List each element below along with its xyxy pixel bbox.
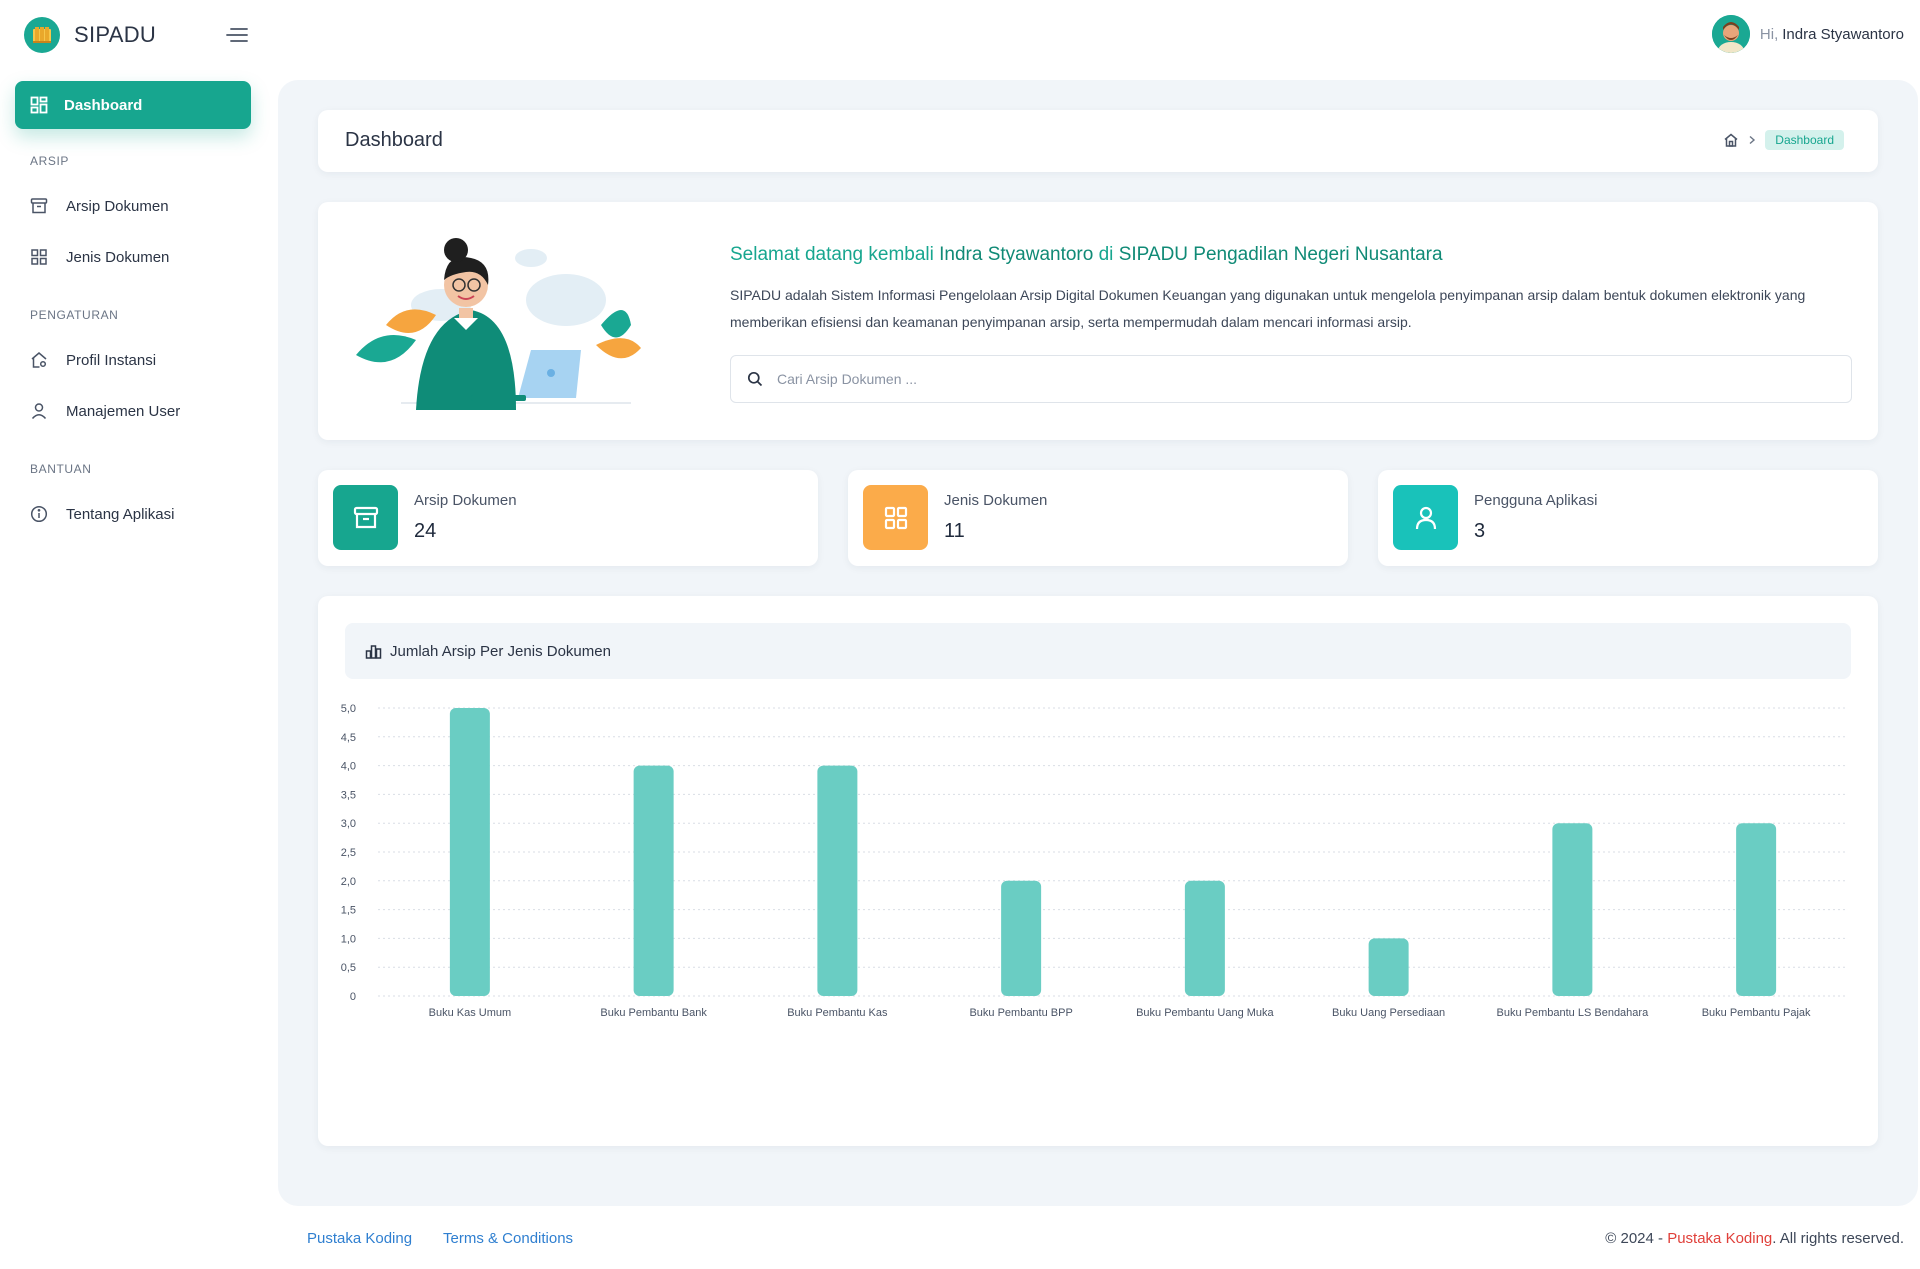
brand-name: SIPADU xyxy=(74,22,157,47)
page-header: Dashboard Dashboard xyxy=(318,110,1878,172)
x-tick-label: Buku Pembantu Bank xyxy=(600,1007,707,1019)
home-settings-icon xyxy=(31,352,47,368)
sidebar-item-label: Dashboard xyxy=(64,96,143,114)
sidebar-section-arsip: ARSIP xyxy=(30,154,70,168)
sidebar-item-label: Tentang Aplikasi xyxy=(66,505,175,523)
menu-toggle-icon[interactable] xyxy=(225,26,249,44)
y-tick-label: 3,5 xyxy=(341,789,356,801)
welcome-description: SIPADU adalah Sistem Informasi Pengelola… xyxy=(730,287,1806,330)
welcome-app: SIPADU Pengadilan Negeri Nusantara xyxy=(1118,244,1443,265)
sidebar-item-arsip-dokumen[interactable]: Arsip Dokumen xyxy=(30,194,169,218)
bar[interactable] xyxy=(449,708,490,996)
brand-logo-icon xyxy=(24,17,60,53)
y-tick-label: 4,5 xyxy=(341,732,356,744)
top-navbar: SIPADU Hi, Indra Styawantoro xyxy=(0,0,1920,70)
sidebar-item-label: Manajemen User xyxy=(66,402,181,420)
x-tick-label: Buku Pembantu Kas xyxy=(787,1007,888,1019)
y-tick-label: 0 xyxy=(350,991,356,1003)
y-tick-label: 1,0 xyxy=(341,933,356,945)
stat-card-arsip-dokumen[interactable]: Arsip Dokumen 24 xyxy=(318,470,818,566)
y-tick-label: 2,5 xyxy=(341,847,356,859)
breadcrumb-current: Dashboard xyxy=(1765,130,1844,150)
archive-icon xyxy=(333,485,398,550)
stat-card-jenis-dokumen[interactable]: Jenis Dokumen 11 xyxy=(848,470,1348,566)
chart-header: Jumlah Arsip Per Jenis Dokumen xyxy=(345,623,1851,679)
sidebar-item-dashboard[interactable]: Dashboard xyxy=(15,81,251,129)
search-box[interactable] xyxy=(730,355,1852,403)
bar-chart-icon xyxy=(365,644,382,659)
bar[interactable] xyxy=(1001,880,1042,996)
footer-link-pustaka-koding[interactable]: Pustaka Koding xyxy=(307,1230,412,1247)
x-tick-label: Buku Pembantu Pajak xyxy=(1702,1007,1811,1019)
sidebar-section-pengaturan: PENGATURAN xyxy=(30,308,119,322)
sidebar-item-tentang-aplikasi[interactable]: Tentang Aplikasi xyxy=(30,502,174,526)
breadcrumb: Dashboard xyxy=(1723,130,1844,150)
welcome-card: Selamat datang kembali Indra Styawantoro… xyxy=(318,202,1878,440)
search-icon xyxy=(747,371,763,387)
bar[interactable] xyxy=(1736,823,1777,996)
sidebar-item-manajemen-user[interactable]: Manajemen User xyxy=(30,399,180,423)
welcome-user: Indra Styawantoro xyxy=(939,244,1094,265)
stat-label: Jenis Dokumen xyxy=(944,492,1048,509)
sidebar: Dashboard ARSIP Arsip Dokumen Jenis Doku… xyxy=(0,70,270,1269)
bar[interactable] xyxy=(1552,823,1593,996)
stat-card-pengguna-aplikasi[interactable]: Pengguna Aplikasi 3 xyxy=(1378,470,1878,566)
welcome-title: Selamat datang kembali Indra Styawantoro… xyxy=(730,244,1443,265)
copyright: © 2024 - Pustaka Koding. All rights rese… xyxy=(1605,1230,1904,1247)
archive-icon xyxy=(30,198,48,214)
sidebar-item-label: Profil Instansi xyxy=(66,351,157,369)
user-icon xyxy=(31,403,47,420)
info-icon xyxy=(30,505,48,523)
y-tick-label: 1,5 xyxy=(341,905,356,917)
footer-link-terms[interactable]: Terms & Conditions xyxy=(443,1230,573,1247)
search-input[interactable] xyxy=(777,371,1777,387)
user-menu[interactable]: Hi, Indra Styawantoro xyxy=(1711,15,1904,53)
chart-card: Jumlah Arsip Per Jenis Dokumen 0 0,5 1,0 1,… xyxy=(318,596,1878,1146)
home-icon[interactable] xyxy=(1723,132,1739,148)
greeting: Hi, xyxy=(1759,25,1779,43)
bar[interactable] xyxy=(633,765,674,996)
sidebar-item-label: Jenis Dokumen xyxy=(66,248,170,266)
bar[interactable] xyxy=(1184,880,1225,996)
stat-label: Arsip Dokumen xyxy=(414,492,517,509)
sidebar-section-bantuan: BANTUAN xyxy=(30,462,92,476)
user-icon xyxy=(1393,485,1458,550)
x-tick-label: Buku Pembantu Uang Muka xyxy=(1136,1007,1274,1019)
welcome-illustration xyxy=(356,238,641,410)
stat-label: Pengguna Aplikasi xyxy=(1474,492,1598,509)
bar[interactable] xyxy=(817,765,858,996)
main-content: Dashboard Dashboard Selamat datang kemba… xyxy=(278,80,1918,1206)
stat-value: 24 xyxy=(414,520,437,542)
chevron-right-icon xyxy=(1749,135,1756,145)
sidebar-item-label: Arsip Dokumen xyxy=(66,197,169,215)
sidebar-item-jenis-dokumen[interactable]: Jenis Dokumen xyxy=(30,245,169,269)
dashboard-icon xyxy=(30,96,48,114)
footer: Pustaka Koding Terms & Conditions © 2024… xyxy=(0,1225,1920,1255)
y-tick-label: 5,0 xyxy=(341,703,356,715)
y-tick-label: 2,0 xyxy=(341,876,356,888)
copyright-brand: Pustaka Koding xyxy=(1667,1230,1773,1247)
grid-icon xyxy=(31,249,47,265)
user-name: Indra Styawantoro xyxy=(1782,25,1904,43)
brand[interactable]: SIPADU xyxy=(24,17,156,53)
x-tick-label: Buku Uang Persediaan xyxy=(1332,1007,1445,1019)
sidebar-item-profil-instansi[interactable]: Profil Instansi xyxy=(30,348,156,372)
y-tick-label: 3,0 xyxy=(341,818,356,830)
y-tick-label: 4,0 xyxy=(341,761,356,773)
chart-title: Jumlah Arsip Per Jenis Dokumen xyxy=(390,642,611,660)
bar[interactable] xyxy=(1368,938,1409,996)
grid-icon xyxy=(863,485,928,550)
stat-value: 3 xyxy=(1474,520,1486,542)
x-tick-label: Buku Kas Umum xyxy=(429,1007,512,1019)
y-tick-label: 0,5 xyxy=(341,962,356,974)
bar-chart: 0 0,5 1,0 1,5 2,0 2,5 3,0 3,5 4,0 4,5 5,0 Buku Kas … xyxy=(341,703,1848,1019)
x-tick-label: Buku Pembantu BPP xyxy=(969,1007,1072,1019)
page-title: Dashboard xyxy=(345,129,443,151)
stat-value: 11 xyxy=(944,520,965,542)
avatar xyxy=(1711,15,1750,53)
x-tick-label: Buku Pembantu LS Bendahara xyxy=(1497,1007,1650,1019)
